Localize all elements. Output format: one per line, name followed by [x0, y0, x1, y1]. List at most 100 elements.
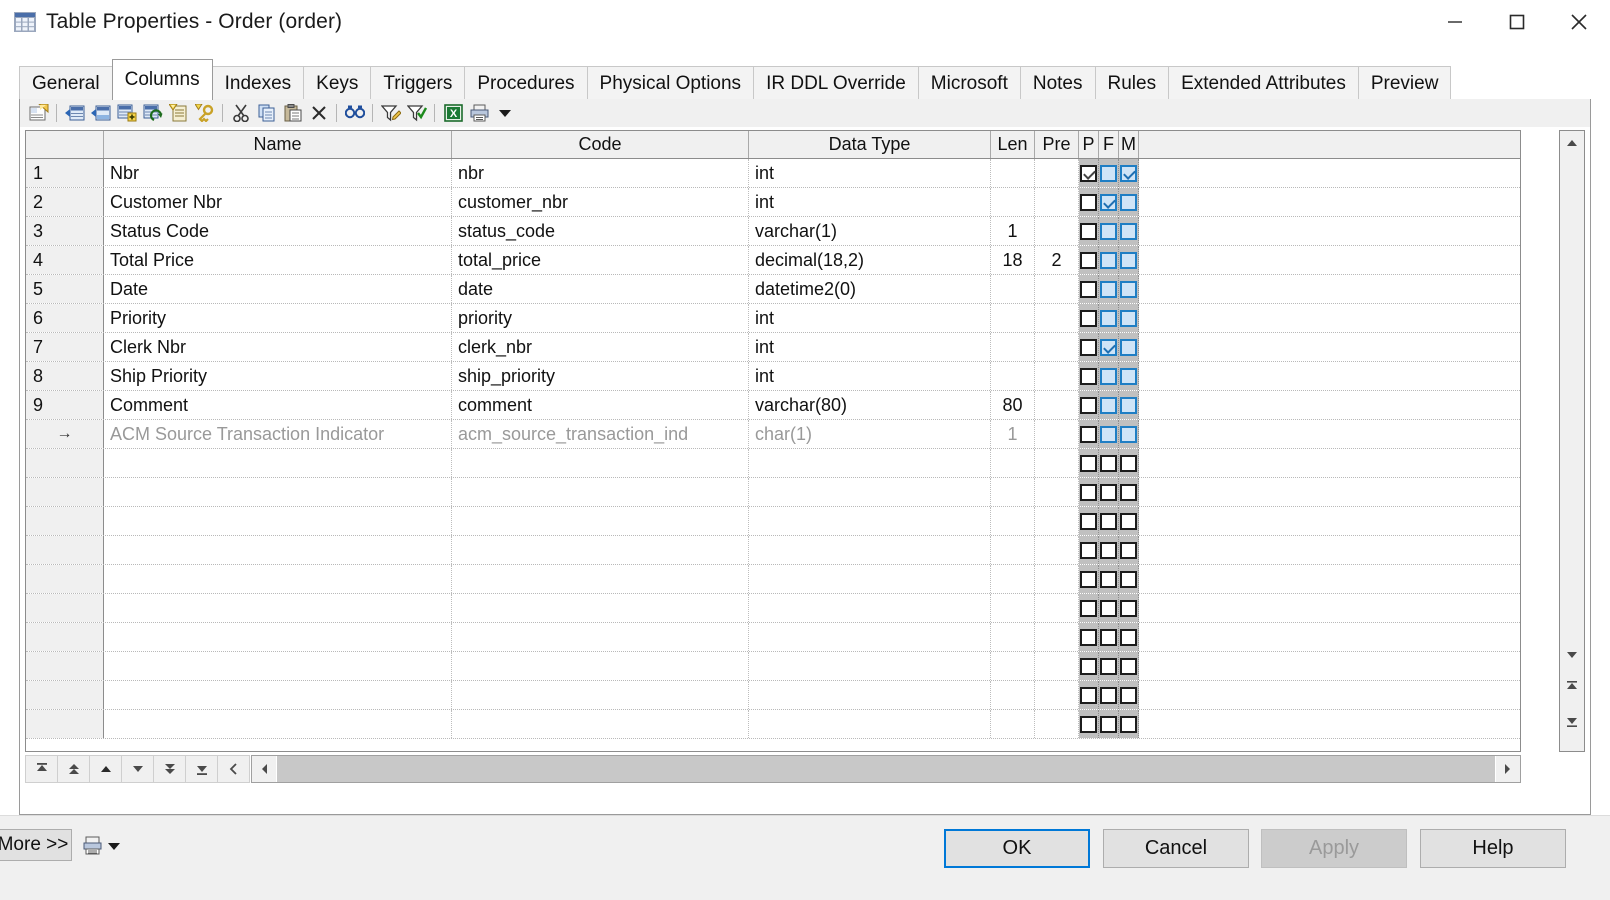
cell-name[interactable]: Priority	[104, 304, 452, 332]
paste-icon[interactable]	[280, 101, 306, 125]
prev-row-icon[interactable]	[89, 755, 122, 783]
cell-data-type[interactable]: varchar(80)	[749, 391, 991, 419]
empty-cell-f-checkbox[interactable]	[1099, 507, 1119, 535]
empty-cell-p-checkbox[interactable]	[1079, 536, 1099, 564]
empty-cell-m-checkbox[interactable]	[1119, 536, 1139, 564]
empty-cell-rownum[interactable]	[26, 449, 104, 477]
empty-cell-rownum[interactable]	[26, 507, 104, 535]
empty-cell-name[interactable]	[104, 507, 452, 535]
cell-foreign-checkbox[interactable]	[1099, 333, 1119, 361]
empty-cell-p-checkbox[interactable]	[1079, 565, 1099, 593]
cell-code[interactable]: priority	[452, 304, 749, 332]
empty-cell-f-checkbox[interactable]	[1099, 681, 1119, 709]
cell-mandatory-checkbox[interactable]	[1119, 246, 1139, 274]
cell-mandatory-checkbox[interactable]	[1119, 188, 1139, 216]
new-note-icon[interactable]	[166, 101, 192, 125]
table-row-empty[interactable]	[26, 623, 1520, 652]
cell-name[interactable]: Status Code	[104, 217, 452, 245]
empty-cell-p-checkbox[interactable]	[1079, 594, 1099, 622]
cell-filler[interactable]	[1139, 246, 1520, 274]
row-number[interactable]: 2	[26, 188, 104, 216]
scroll-right-icon[interactable]	[1496, 756, 1520, 782]
row-indicator-arrow[interactable]: →	[26, 420, 104, 448]
table-row[interactable]: 8 Ship Priority ship_priority int	[26, 362, 1520, 391]
table-row[interactable]: → ACM Source Transaction Indicator acm_sou…	[26, 420, 1520, 449]
append-row-icon[interactable]	[88, 101, 114, 125]
empty-cell-pre[interactable]	[1035, 478, 1079, 506]
empty-cell-pre[interactable]	[1035, 565, 1079, 593]
cell-mandatory-checkbox[interactable]	[1119, 362, 1139, 390]
scroll-to-bottom-icon[interactable]	[1560, 709, 1584, 733]
cell-primary-checkbox[interactable]	[1079, 188, 1099, 216]
cell-data-type[interactable]: char(1)	[749, 420, 991, 448]
grid-header-rownum[interactable]	[26, 131, 104, 158]
table-row-empty[interactable]	[26, 594, 1520, 623]
cell-filler[interactable]	[1139, 275, 1520, 303]
empty-cell-p-checkbox[interactable]	[1079, 652, 1099, 680]
cell-pre[interactable]	[1035, 420, 1079, 448]
table-row[interactable]: 2 Customer Nbr customer_nbr int	[26, 188, 1520, 217]
tab-general[interactable]: General	[19, 66, 113, 100]
cell-name[interactable]: Nbr	[104, 159, 452, 187]
row-number[interactable]: 7	[26, 333, 104, 361]
tab-physical-options[interactable]: Physical Options	[586, 66, 755, 100]
cell-filler[interactable]	[1139, 420, 1520, 448]
cell-name[interactable]: Clerk Nbr	[104, 333, 452, 361]
empty-cell-m-checkbox[interactable]	[1119, 565, 1139, 593]
empty-cell-rownum[interactable]	[26, 478, 104, 506]
cell-pre[interactable]	[1035, 159, 1079, 187]
cell-primary-checkbox[interactable]	[1079, 304, 1099, 332]
cell-mandatory-checkbox[interactable]	[1119, 391, 1139, 419]
empty-cell-pre[interactable]	[1035, 623, 1079, 651]
empty-cell-p-checkbox[interactable]	[1079, 681, 1099, 709]
empty-cell-p-checkbox[interactable]	[1079, 623, 1099, 651]
insert-row-icon[interactable]	[62, 101, 88, 125]
cell-code[interactable]: acm_source_transaction_ind	[452, 420, 749, 448]
cell-code[interactable]: clerk_nbr	[452, 333, 749, 361]
cell-len[interactable]: 18	[991, 246, 1035, 274]
row-number[interactable]: 6	[26, 304, 104, 332]
cell-mandatory-checkbox[interactable]	[1119, 159, 1139, 187]
next-page-icon[interactable]	[153, 755, 186, 783]
cell-mandatory-checkbox[interactable]	[1119, 217, 1139, 245]
tab-notes[interactable]: Notes	[1019, 66, 1096, 100]
empty-cell-pre[interactable]	[1035, 710, 1079, 738]
empty-cell-code[interactable]	[452, 478, 749, 506]
empty-cell-pre[interactable]	[1035, 681, 1079, 709]
empty-cell-f-checkbox[interactable]	[1099, 623, 1119, 651]
empty-cell-rownum[interactable]	[26, 652, 104, 680]
cell-foreign-checkbox[interactable]	[1099, 362, 1119, 390]
dropdown-caret-icon[interactable]	[492, 101, 518, 125]
table-row[interactable]: 1 Nbr nbr int	[26, 159, 1520, 188]
next-row-icon[interactable]	[121, 755, 154, 783]
ok-button[interactable]: OK	[944, 829, 1090, 868]
apply-filter-icon[interactable]	[404, 101, 430, 125]
empty-cell-name[interactable]	[104, 449, 452, 477]
empty-cell-len[interactable]	[991, 478, 1035, 506]
scroll-left-icon[interactable]	[217, 755, 250, 783]
empty-cell-code[interactable]	[452, 652, 749, 680]
cell-mandatory-checkbox[interactable]	[1119, 275, 1139, 303]
cell-code[interactable]: status_code	[452, 217, 749, 245]
empty-cell-m-checkbox[interactable]	[1119, 478, 1139, 506]
cell-code[interactable]: comment	[452, 391, 749, 419]
tab-ir-ddl-override[interactable]: IR DDL Override	[753, 66, 919, 100]
minimize-icon[interactable]	[1424, 0, 1486, 44]
scroll-to-top-icon[interactable]	[1560, 675, 1584, 699]
table-row-empty[interactable]	[26, 536, 1520, 565]
empty-cell-pre[interactable]	[1035, 536, 1079, 564]
cell-code[interactable]: ship_priority	[452, 362, 749, 390]
cell-pre[interactable]	[1035, 391, 1079, 419]
empty-cell-f-checkbox[interactable]	[1099, 594, 1119, 622]
cell-pre[interactable]	[1035, 188, 1079, 216]
grid-vertical-scrollbar[interactable]	[1559, 130, 1585, 752]
cell-foreign-checkbox[interactable]	[1099, 159, 1119, 187]
grid-header-datatype[interactable]: Data Type	[749, 131, 991, 158]
cell-mandatory-checkbox[interactable]	[1119, 304, 1139, 332]
cell-len[interactable]: 80	[991, 391, 1035, 419]
empty-cell-p-checkbox[interactable]	[1079, 449, 1099, 477]
empty-cell-pre[interactable]	[1035, 449, 1079, 477]
grid-header-name[interactable]: Name	[104, 131, 452, 158]
table-row[interactable]: 5 Date date datetime2(0)	[26, 275, 1520, 304]
grid-header-m[interactable]: M	[1119, 131, 1139, 158]
